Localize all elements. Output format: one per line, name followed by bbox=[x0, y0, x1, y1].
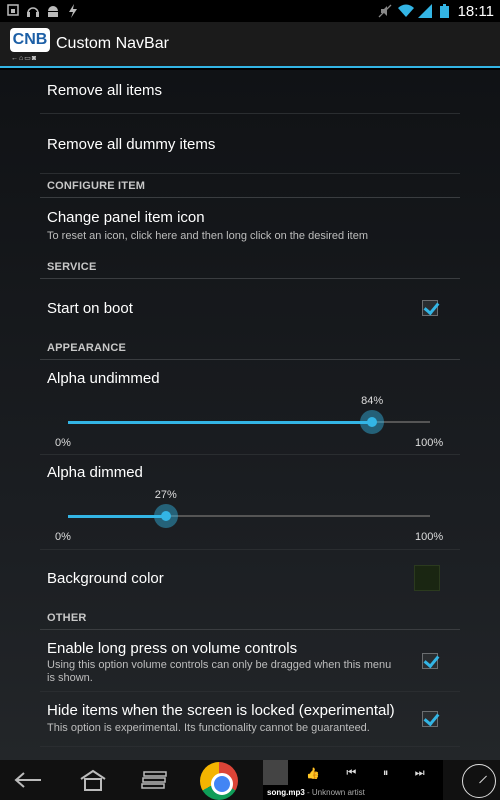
alpha-undimmed: Alpha undimmed bbox=[40, 361, 460, 455]
remove-dummy-items-label: Remove all dummy items bbox=[47, 136, 216, 153]
alpha-dimmed-fill bbox=[68, 515, 166, 518]
app-logo[interactable]: CNB ←⌂▭◙ bbox=[10, 24, 50, 64]
music-widget[interactable]: 👍 ⏮ ⏸ ⏭ song.mp3 - Unknown artist bbox=[263, 760, 443, 800]
category-other: OTHER bbox=[40, 606, 460, 630]
alpha-undimmed-fill bbox=[68, 421, 373, 424]
navigation-bar: 👍 ⏮ ⏸ ⏭ song.mp3 - Unknown artist bbox=[0, 760, 500, 800]
hide-items-locked[interactable]: Hide items when the screen is locked (ex… bbox=[40, 692, 460, 747]
mute-icon bbox=[378, 4, 392, 18]
background-color-label: Background color bbox=[47, 570, 164, 587]
start-on-boot-label: Start on boot bbox=[47, 300, 133, 317]
thumbs-up-icon[interactable]: 👍 bbox=[306, 767, 320, 780]
change-panel-item-icon-summary: To reset an icon, click here and then lo… bbox=[47, 230, 369, 242]
recent-apps-icon[interactable] bbox=[138, 760, 170, 800]
alpha-dimmed-value: 27% bbox=[154, 489, 177, 501]
chrome-icon[interactable] bbox=[200, 762, 238, 800]
category-other-label: OTHER bbox=[47, 612, 87, 624]
alpha-dimmed-max: 100% bbox=[415, 531, 444, 543]
home-icon[interactable] bbox=[76, 760, 110, 800]
alpha-dimmed-thumb[interactable] bbox=[153, 504, 178, 528]
alpha-undimmed-thumb[interactable] bbox=[360, 410, 385, 434]
category-appearance-label: APPEARANCE bbox=[47, 342, 127, 354]
pause-icon[interactable]: ⏸ bbox=[383, 767, 389, 780]
alpha-undimmed-max: 100% bbox=[415, 437, 444, 449]
category-configure-item: CONFIGURE ITEM bbox=[40, 174, 460, 198]
clock-icon[interactable] bbox=[462, 764, 496, 798]
alpha-undimmed-value: 84% bbox=[361, 395, 384, 407]
enable-long-press[interactable]: Enable long press on volume controls Usi… bbox=[40, 631, 460, 692]
alpha-dimmed-label: Alpha dimmed bbox=[47, 464, 143, 481]
hide-items-locked-summary: This option is experimental. Its functio… bbox=[47, 722, 370, 734]
change-panel-item-icon-label: Change panel item icon bbox=[47, 209, 205, 226]
remove-all-items[interactable]: Remove all items bbox=[40, 70, 460, 114]
hide-items-locked-checkbox[interactable] bbox=[422, 711, 438, 727]
app-title: Custom NavBar bbox=[56, 35, 169, 52]
alpha-undimmed-label: Alpha undimmed bbox=[47, 370, 160, 387]
music-info: song.mp3 - Unknown artist bbox=[267, 788, 365, 797]
background-color[interactable]: Background color bbox=[40, 550, 460, 608]
category-service: SERVICE bbox=[40, 255, 460, 279]
back-icon[interactable] bbox=[8, 760, 48, 800]
signal-icon bbox=[417, 4, 432, 18]
category-service-label: SERVICE bbox=[47, 261, 97, 273]
album-art bbox=[263, 760, 288, 785]
category-configure-item-label: CONFIGURE ITEM bbox=[47, 180, 146, 192]
category-appearance: APPEARANCE bbox=[40, 336, 460, 360]
remove-dummy-items[interactable]: Remove all dummy items bbox=[40, 114, 460, 174]
alpha-undimmed-min: 0% bbox=[55, 437, 71, 449]
headphones-icon bbox=[26, 4, 40, 18]
alpha-dimmed-min: 0% bbox=[55, 531, 71, 543]
alpha-dimmed-slider[interactable] bbox=[68, 515, 430, 518]
battery-icon bbox=[438, 4, 452, 18]
alpha-dimmed: Alpha dimmed bbox=[40, 455, 460, 550]
bolt-icon bbox=[66, 4, 80, 18]
status-bar: 18:11 bbox=[0, 0, 500, 22]
settings-list[interactable]: Remove all items Remove all dummy items … bbox=[0, 70, 500, 760]
android-icon bbox=[46, 4, 60, 18]
background-color-swatch[interactable] bbox=[414, 565, 440, 591]
remove-all-items-label: Remove all items bbox=[47, 82, 163, 99]
wifi-icon bbox=[397, 4, 414, 18]
action-bar: CNB ←⌂▭◙ Custom NavBar bbox=[0, 22, 500, 68]
song-title: song.mp3 bbox=[267, 788, 305, 797]
next-icon[interactable]: ⏭ bbox=[415, 767, 425, 780]
start-on-boot[interactable]: Start on boot bbox=[40, 280, 460, 338]
app-logo-text: CNB bbox=[10, 28, 50, 52]
logo-nav-icons: ←⌂▭◙ bbox=[11, 55, 38, 62]
notification-icon bbox=[6, 4, 20, 18]
enable-long-press-label: Enable long press on volume controls bbox=[47, 640, 298, 657]
hide-items-locked-label: Hide items when the screen is locked (ex… bbox=[47, 702, 395, 719]
change-panel-item-icon[interactable]: Change panel item icon To reset an icon,… bbox=[40, 199, 460, 253]
enable-long-press-summary: Using this option volume controls can on… bbox=[47, 659, 392, 684]
enable-long-press-checkbox[interactable] bbox=[422, 653, 438, 669]
song-artist: Unknown artist bbox=[311, 788, 365, 797]
clock-time: 18:11 bbox=[457, 2, 494, 20]
start-on-boot-checkbox[interactable] bbox=[422, 300, 438, 316]
previous-icon[interactable]: ⏮ bbox=[346, 767, 356, 780]
